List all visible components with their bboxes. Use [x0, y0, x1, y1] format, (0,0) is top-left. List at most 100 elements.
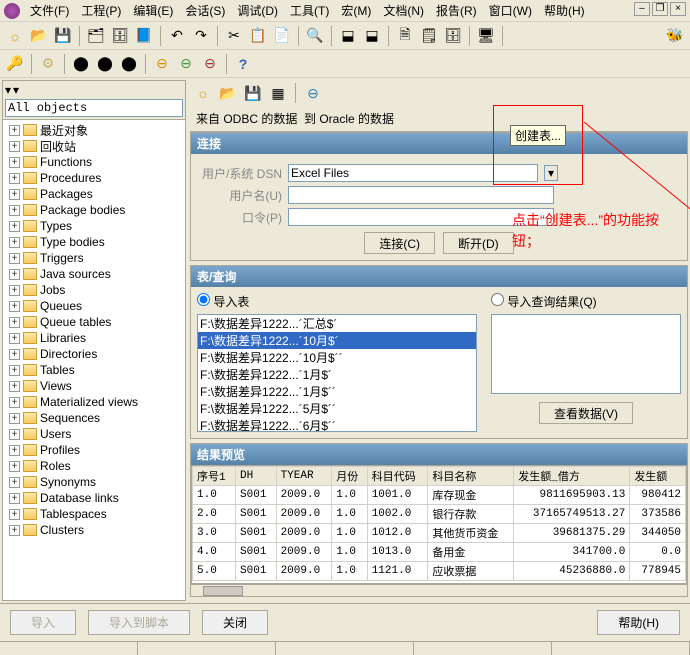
expand-icon[interactable]: +	[9, 333, 20, 344]
expand-icon[interactable]: +	[9, 141, 20, 152]
create-table-icon[interactable]: ⊖	[302, 82, 324, 104]
expand-icon[interactable]: +	[9, 301, 20, 312]
new-icon[interactable]: ☼	[192, 82, 214, 104]
redo-icon[interactable]: ↷	[190, 25, 212, 47]
chevron-down-icon[interactable]: ▾	[544, 165, 558, 181]
expand-icon[interactable]: +	[9, 461, 20, 472]
tree-node[interactable]: +Queues	[5, 298, 183, 314]
expand-icon[interactable]: +	[9, 285, 20, 296]
column-header[interactable]: 月份	[332, 467, 367, 486]
import-query-radio[interactable]	[491, 293, 504, 306]
tree-node[interactable]: +Tables	[5, 362, 183, 378]
key-icon[interactable]: 🔑	[4, 53, 26, 75]
tree-node[interactable]: +Packages	[5, 186, 183, 202]
cut-icon[interactable]: ✂	[223, 25, 245, 47]
column-header[interactable]: 科目名称	[428, 467, 514, 486]
gear-icon[interactable]: ⚙	[37, 53, 59, 75]
open-icon[interactable]: 📂	[217, 82, 239, 104]
undo-icon[interactable]: ↶	[166, 25, 188, 47]
dsn-select[interactable]	[288, 164, 538, 182]
menu-edit[interactable]: 编辑(E)	[127, 0, 179, 21]
menu-window[interactable]: 窗口(W)	[483, 0, 538, 21]
save-icon[interactable]: 💾	[52, 25, 74, 47]
view-data-button[interactable]: 查看数据(V)	[539, 402, 633, 424]
icon[interactable]: ⬓	[361, 25, 383, 47]
expand-icon[interactable]: +	[9, 397, 20, 408]
expand-icon[interactable]: +	[9, 125, 20, 136]
expand-icon[interactable]: +	[9, 269, 20, 280]
import-script-button[interactable]: 导入到脚本	[88, 610, 190, 635]
tree-node[interactable]: +Users	[5, 426, 183, 442]
minimize-button[interactable]: –	[634, 2, 650, 16]
list-item[interactable]: F:\数据差异1222...´10月$´	[198, 332, 476, 349]
tree-node[interactable]: +Queue tables	[5, 314, 183, 330]
expand-icon[interactable]: +	[9, 525, 20, 536]
icon[interactable]: 🖥	[475, 25, 497, 47]
tree-node[interactable]: +Materialized views	[5, 394, 183, 410]
expand-icon[interactable]: +	[9, 493, 20, 504]
connect-button[interactable]: 连接(C)	[364, 232, 435, 254]
tree-node[interactable]: +Clusters	[5, 522, 183, 538]
icon[interactable]: ⬤	[70, 53, 92, 75]
table-row[interactable]: 3.0S0012009.01.01012.0其他货币资金39681375.293…	[193, 524, 686, 543]
expand-icon[interactable]: +	[9, 349, 20, 360]
import-table-radio[interactable]	[197, 293, 210, 306]
icon[interactable]: 🗎	[394, 25, 416, 47]
tree-node[interactable]: +Roles	[5, 458, 183, 474]
rollback-icon[interactable]: ⊖	[199, 53, 221, 75]
expand-icon[interactable]: +	[9, 429, 20, 440]
column-header[interactable]: TYEAR	[276, 467, 332, 486]
tree-node[interactable]: +Libraries	[5, 330, 183, 346]
list-item[interactable]: F:\数据差异1222...´1月$´	[198, 366, 476, 383]
expand-icon[interactable]: +	[9, 189, 20, 200]
expand-icon[interactable]: +	[9, 173, 20, 184]
expand-icon[interactable]: +	[9, 365, 20, 376]
icon[interactable]: 🗒	[418, 25, 440, 47]
expand-icon[interactable]: +	[9, 157, 20, 168]
icon[interactable]: 🗄	[109, 25, 131, 47]
table-row[interactable]: 1.0S0012009.01.01001.0库存现金9811695903.139…	[193, 486, 686, 505]
help-button[interactable]: 帮助(H)	[597, 610, 680, 635]
disconnect-button[interactable]: 断开(D)	[443, 232, 514, 254]
menu-docs[interactable]: 文档(N)	[377, 0, 430, 21]
help-icon[interactable]: ?	[232, 53, 254, 75]
tree-node[interactable]: +Profiles	[5, 442, 183, 458]
column-header[interactable]: 发生额	[630, 467, 686, 486]
list-item[interactable]: F:\数据差异1222...´1月$´´	[198, 383, 476, 400]
icon[interactable]: ⬤	[118, 53, 140, 75]
column-header[interactable]: 序号1	[193, 467, 236, 486]
tree-node[interactable]: +Sequences	[5, 410, 183, 426]
expand-icon[interactable]: +	[9, 205, 20, 216]
icon[interactable]: 🗄	[442, 25, 464, 47]
menu-help[interactable]: 帮助(H)	[538, 0, 591, 21]
chevron-down-icon[interactable]: ▾	[13, 83, 19, 97]
table-row[interactable]: 5.0S0012009.01.01121.0应收票据45236880.07789…	[193, 562, 686, 581]
close-button-bottom[interactable]: 关闭	[202, 610, 268, 635]
menu-session[interactable]: 会话(S)	[179, 0, 231, 21]
tree-node[interactable]: +Functions	[5, 154, 183, 170]
expand-icon[interactable]: +	[9, 381, 20, 392]
list-item[interactable]: F:\数据差异1222...´10月$´´	[198, 349, 476, 366]
tree-node[interactable]: +Jobs	[5, 282, 183, 298]
tree-node[interactable]: +回收站	[5, 138, 183, 154]
menu-file[interactable]: 文件(F)	[24, 0, 75, 21]
table-listbox[interactable]: F:\数据差异1222...´汇总$´F:\数据差异1222...´10月$´F…	[197, 314, 477, 432]
close-button[interactable]: ×	[670, 2, 686, 16]
tree-node[interactable]: +Synonyms	[5, 474, 183, 490]
save-icon[interactable]: 💾	[242, 82, 264, 104]
tree-node[interactable]: +Database links	[5, 490, 183, 506]
tree-node[interactable]: +Triggers	[5, 250, 183, 266]
menu-project[interactable]: 工程(P)	[75, 0, 127, 21]
tree-node[interactable]: +Type bodies	[5, 234, 183, 250]
copy-icon[interactable]: 📋	[247, 25, 269, 47]
execute-icon[interactable]: ⊖	[151, 53, 173, 75]
username-input[interactable]	[288, 186, 554, 204]
expand-icon[interactable]: +	[9, 477, 20, 488]
menu-tools[interactable]: 工具(T)	[284, 0, 335, 21]
table-row[interactable]: 4.0S0012009.01.01013.0备用金341700.00.0	[193, 543, 686, 562]
column-header[interactable]: 科目代码	[367, 467, 428, 486]
tree-node[interactable]: +Tablespaces	[5, 506, 183, 522]
preview-grid[interactable]: 序号1DHTYEAR月份科目代码科目名称发生额_借方发生额1.0S0012009…	[191, 465, 687, 584]
object-filter[interactable]	[5, 99, 183, 117]
search-icon[interactable]: 🔍	[304, 25, 326, 47]
